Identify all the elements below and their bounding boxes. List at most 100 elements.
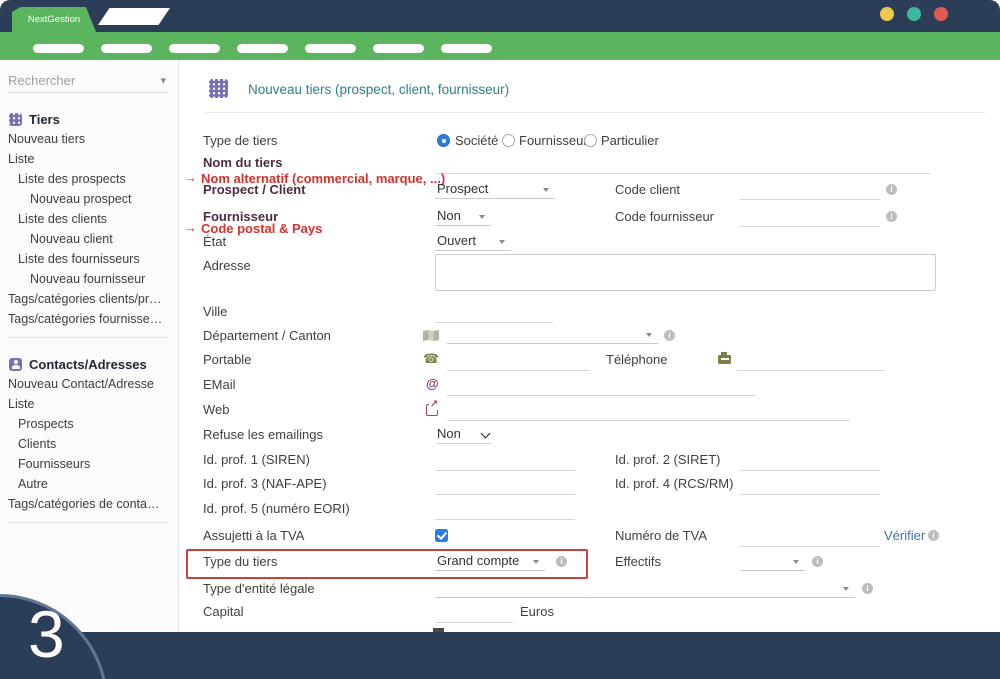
portable-input[interactable] (447, 354, 590, 371)
selected-value (740, 553, 742, 568)
nav-menu-item-redacted[interactable] (441, 44, 492, 53)
code-fournisseur-input[interactable] (740, 210, 880, 227)
sidebar-item-liste-des-clients[interactable]: Liste des clients (0, 209, 178, 229)
search-input[interactable]: Rechercher ▾ (8, 72, 168, 93)
sidebar-item-nouveau-contact[interactable]: Nouveau Contact/Adresse (0, 374, 178, 394)
verifier-link[interactable]: Vérifier (884, 528, 925, 543)
capital-input[interactable] (435, 606, 513, 623)
field-label-type-entite-legale: Type d'entité légale (203, 581, 315, 596)
field-label-capital: Capital (203, 604, 243, 619)
id-prof-2-input[interactable] (740, 454, 880, 471)
field-label-id-prof-4: Id. prof. 4 (RCS/RM) (615, 476, 733, 491)
window-close-button[interactable] (934, 7, 948, 21)
sidebar-item-liste-contacts[interactable]: Liste (0, 394, 178, 414)
refuse-emailings-select[interactable]: Non (435, 426, 493, 444)
selected-value (447, 326, 449, 341)
type-du-tiers-select[interactable]: Grand compte (435, 553, 545, 571)
id-prof-5-input[interactable] (435, 503, 575, 520)
info-icon[interactable] (928, 530, 939, 541)
field-label-id-prof-5: Id. prof. 5 (numéro EORI) (203, 501, 350, 516)
window-minimize-button[interactable] (880, 7, 894, 21)
email-input[interactable] (447, 379, 757, 396)
section-title: Contacts/Adresses (29, 357, 147, 372)
chevron-down-icon (533, 560, 539, 567)
chevron-down-icon (481, 429, 491, 439)
sidebar-item-clients[interactable]: Clients (0, 434, 178, 454)
phone-icon: ☎ (423, 352, 439, 366)
chevron-down-icon (793, 560, 799, 567)
window-maximize-button[interactable] (907, 7, 921, 21)
effectifs-select[interactable] (740, 553, 805, 571)
radio-label-societe: Société (455, 133, 498, 148)
field-label-id-prof-2: Id. prof. 2 (SIRET) (615, 452, 720, 467)
etat-select[interactable]: Ouvert (435, 233, 511, 251)
field-label-telephone: Téléphone (606, 352, 667, 367)
app-window: NextGestion Rechercher ▾ Tiers Nouveau t… (0, 0, 1000, 679)
nav-menu-item-redacted[interactable] (373, 44, 424, 53)
info-icon[interactable] (812, 556, 823, 567)
info-icon[interactable] (886, 211, 897, 222)
app-tab-label: NextGestion (28, 14, 80, 25)
info-icon[interactable] (556, 556, 567, 567)
telephone-input[interactable] (737, 354, 885, 371)
sidebar-item-nouveau-fournisseur[interactable]: Nouveau fournisseur (0, 269, 178, 289)
chevron-down-icon (646, 333, 652, 340)
numero-tva-input[interactable] (740, 530, 880, 547)
step-number: 3 (28, 601, 65, 667)
sidebar-item-fournisseurs[interactable]: Fournisseurs (0, 454, 178, 474)
type-entite-legale-select[interactable] (435, 580, 855, 598)
id-prof-4-input[interactable] (740, 478, 880, 495)
adresse-textarea[interactable] (435, 254, 936, 291)
departement-select[interactable] (447, 326, 658, 344)
ville-input[interactable] (435, 306, 553, 323)
info-icon[interactable] (664, 330, 675, 341)
nom-du-tiers-input[interactable] (437, 157, 930, 174)
tab-redacted[interactable] (98, 8, 170, 25)
field-label-code-client: Code client (615, 182, 680, 197)
nav-menu-item-redacted[interactable] (305, 44, 356, 53)
sidebar-item-autre[interactable]: Autre (0, 474, 178, 494)
radio-label-particulier: Particulier (601, 133, 659, 148)
prospect-client-select[interactable]: Prospect (435, 181, 555, 199)
sidebar-item-prospects[interactable]: Prospects (0, 414, 178, 434)
field-label-departement: Département / Canton (203, 328, 331, 343)
sidebar-item-nouveau-tiers[interactable]: Nouveau tiers (0, 129, 178, 149)
info-icon[interactable] (886, 184, 897, 195)
section-title: Tiers (29, 112, 60, 127)
radio-societe[interactable] (437, 134, 450, 147)
sidebar-item-liste-des-prospects[interactable]: Liste des prospects (0, 169, 178, 189)
id-prof-3-input[interactable] (435, 478, 575, 495)
sidebar-item-nouveau-prospect[interactable]: Nouveau prospect (0, 189, 178, 209)
footer-bar (0, 632, 1000, 679)
fournisseur-select[interactable]: Non (435, 208, 491, 226)
nav-menu-item-redacted[interactable] (169, 44, 220, 53)
sidebar-item-liste[interactable]: Liste (0, 149, 178, 169)
web-input[interactable] (447, 404, 850, 421)
selected-value (435, 580, 437, 595)
field-label-id-prof-1: Id. prof. 1 (SIREN) (203, 452, 310, 467)
sidebar-item-liste-des-fournisseurs[interactable]: Liste des fournisseurs (0, 249, 178, 269)
chevron-down-icon (843, 587, 849, 594)
info-icon[interactable] (862, 583, 873, 594)
field-label-assujetti-tva: Assujetti à la TVA (203, 528, 304, 543)
field-label-effectifs: Effectifs (615, 554, 661, 569)
building-icon (209, 79, 228, 98)
sidebar-item-tags-contacts[interactable]: Tags/catégories de conta… (0, 494, 178, 514)
field-label-refuse-emailings: Refuse les emailings (203, 427, 323, 442)
sidebar-item-tags-clients[interactable]: Tags/catégories clients/pr… (0, 289, 178, 309)
nav-menu-item-redacted[interactable] (237, 44, 288, 53)
id-prof-1-input[interactable] (435, 454, 575, 471)
radio-particulier[interactable] (584, 134, 597, 147)
code-client-input[interactable] (740, 183, 880, 200)
sidebar-item-nouveau-client[interactable]: Nouveau client (0, 229, 178, 249)
building-icon (9, 113, 22, 126)
assujetti-tva-checkbox[interactable] (435, 529, 448, 542)
app-tab[interactable]: NextGestion (12, 7, 96, 32)
radio-fournisseur[interactable] (502, 134, 515, 147)
chevron-down-icon (499, 240, 505, 247)
nav-menu-item-redacted[interactable] (101, 44, 152, 53)
field-label-etat: État (203, 234, 226, 249)
sidebar-item-tags-fournisseurs[interactable]: Tags/catégories fournisse… (0, 309, 178, 329)
field-label-portable: Portable (203, 352, 251, 367)
nav-menu-item-redacted[interactable] (33, 44, 84, 53)
